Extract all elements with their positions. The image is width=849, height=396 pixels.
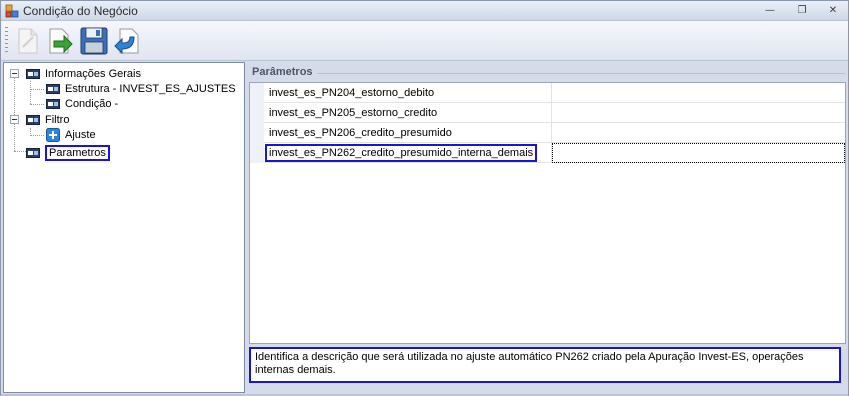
row-margin — [250, 143, 264, 163]
toolbar-grip[interactable] — [5, 27, 8, 55]
parameters-grid: invest_es_PN204_estorno_debito invest_es… — [249, 82, 846, 344]
tree-line — [30, 135, 44, 136]
parameter-name[interactable]: invest_es_PN206_credito_presumido — [264, 123, 552, 143]
collapse-toggle-filtro[interactable] — [10, 115, 19, 124]
parameter-row[interactable]: invest_es_PN204_estorno_debito — [250, 83, 845, 103]
row-margin — [250, 103, 264, 123]
parameter-row[interactable]: invest_es_PN205_estorno_credito — [250, 103, 845, 123]
tree-line — [30, 104, 44, 105]
tree-line — [14, 74, 15, 151]
restore-button[interactable]: ❐ — [790, 3, 814, 18]
section-divider — [317, 73, 845, 74]
parameter-value[interactable] — [552, 123, 845, 143]
open-arrow-icon[interactable] — [44, 25, 76, 57]
row-margin — [250, 83, 264, 103]
folder-node-icon — [26, 69, 40, 79]
tree-panel: Informações Gerais Estrutura - INVEST_ES… — [3, 62, 245, 393]
tree-item-label-selected: Parametros — [45, 144, 110, 161]
tree-line — [14, 151, 26, 152]
parameters-panel: Parâmetros invest_es_PN204_estorno_debit… — [249, 62, 848, 393]
parameter-value[interactable] — [552, 83, 845, 103]
new-document-icon[interactable] — [11, 25, 43, 57]
window-title: Condição do Negócio — [23, 4, 138, 18]
node-icon — [46, 84, 60, 94]
parameter-name[interactable]: invest_es_PN262_credito_presumido_intern… — [264, 143, 552, 163]
tree-item-label: Filtro — [45, 114, 70, 126]
main-window: Condição do Negócio — ❐ ✕ Informações Ge… — [0, 0, 849, 396]
tree-item-condicao[interactable]: Condição - — [46, 97, 118, 111]
parameter-name[interactable]: invest_es_PN204_estorno_debito — [264, 83, 552, 103]
tree-line — [30, 81, 31, 104]
restore-icon: ❐ — [797, 5, 807, 16]
app-icon — [5, 4, 19, 18]
node-icon — [46, 99, 60, 109]
tree-item-label: Ajuste — [65, 129, 96, 141]
minimize-button[interactable]: — — [758, 3, 782, 18]
tree-item-estrutura[interactable]: Estrutura - INVEST_ES_AJUSTES — [46, 82, 236, 96]
tree-item-label: Informações Gerais — [45, 68, 141, 80]
row-margin — [250, 123, 264, 143]
parameter-name[interactable]: invest_es_PN205_estorno_credito — [264, 103, 552, 123]
parameter-row[interactable]: invest_es_PN206_credito_presumido — [250, 123, 845, 143]
tree-item-label: Estrutura - INVEST_ES_AJUSTES — [65, 83, 236, 95]
tree-item-parametros[interactable]: Parametros — [26, 144, 110, 161]
minimize-icon: — — [765, 5, 775, 16]
tree-line — [30, 89, 44, 90]
close-button[interactable]: ✕ — [821, 3, 845, 18]
parameter-description: Identifica a descrição que será utilizad… — [249, 347, 841, 383]
plus-icon — [46, 128, 60, 142]
collapse-toggle-info-gerais[interactable] — [10, 69, 19, 78]
undo-arrow-icon[interactable] — [112, 25, 144, 57]
node-icon — [26, 147, 40, 158]
tree-item-label: Condição - — [65, 98, 119, 110]
tree-item-informacoes-gerais[interactable]: Informações Gerais — [26, 67, 141, 81]
parameter-row-selected[interactable]: invest_es_PN262_credito_presumido_intern… — [250, 143, 845, 163]
close-icon: ✕ — [828, 5, 838, 16]
parameter-value[interactable] — [552, 103, 845, 123]
parameter-value-input[interactable] — [552, 143, 845, 163]
folder-node-icon — [26, 115, 40, 125]
title-bar: Condição do Negócio — ❐ ✕ — [1, 1, 848, 21]
tree-item-filtro[interactable]: Filtro — [26, 113, 69, 127]
save-disk-icon[interactable] — [78, 25, 110, 57]
tree-item-ajuste[interactable]: Ajuste — [46, 127, 96, 143]
section-title: Parâmetros — [252, 66, 313, 78]
toolbar — [1, 21, 848, 61]
